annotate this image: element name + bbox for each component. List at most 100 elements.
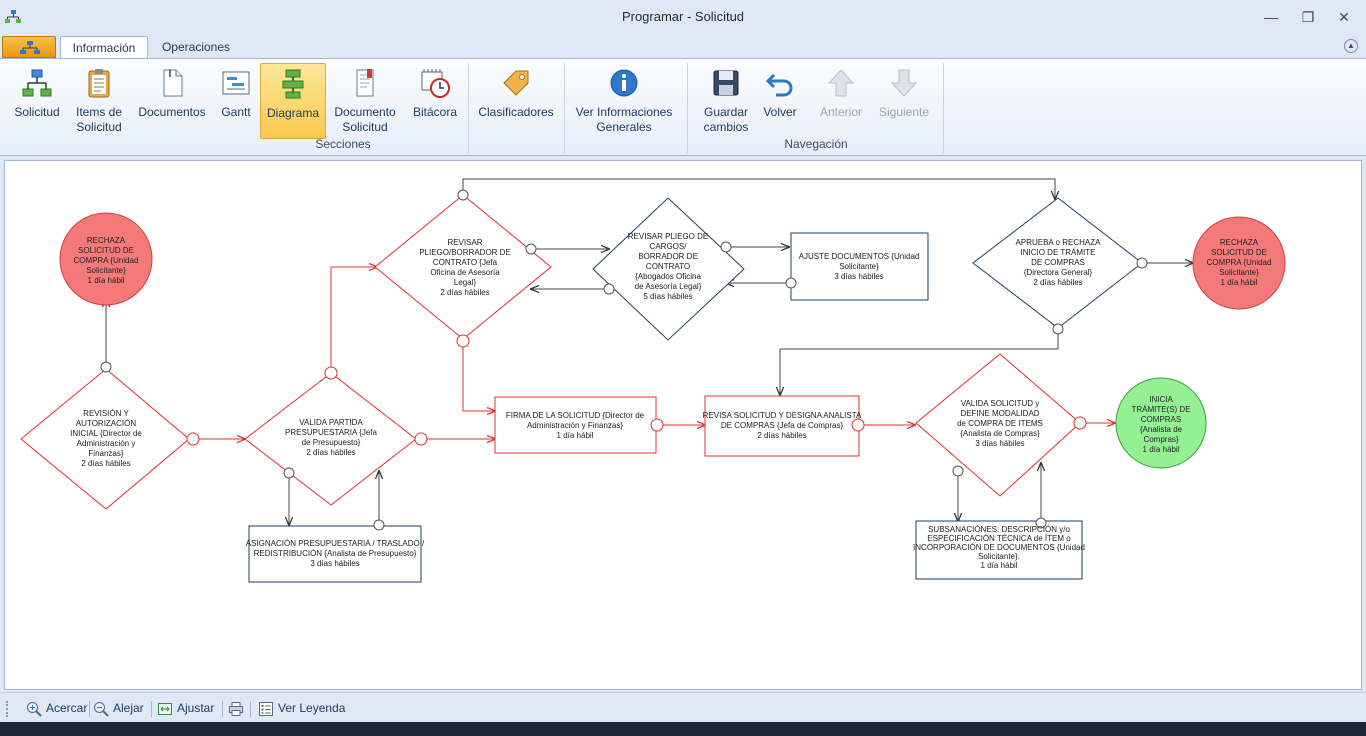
node-text-line: AJUSTE DOCUMENTOS {Unidad — [799, 252, 920, 261]
documentos-button[interactable]: Documentos — [134, 63, 210, 139]
node-text-line: Solicitante} — [86, 266, 126, 275]
zoom-out-icon — [94, 701, 109, 717]
items-solicitud-label-2: Solicitud — [76, 120, 122, 134]
node-text-line: BORRADOR DE — [638, 252, 698, 261]
flow-diagram-icon — [282, 69, 304, 99]
anterior-button[interactable]: Anterior — [812, 63, 870, 139]
ribbon: Solicitud Items de Solicitud Documentos … — [0, 58, 1366, 156]
node-text-line: 2 días hábiles — [306, 448, 355, 457]
node-text-line: SOLICITUD DE — [1211, 248, 1267, 257]
alejar-button[interactable]: Alejar — [93, 699, 144, 717]
node-text-line: ESPECIFICACIÓN TÉCNICA de ÍTEM o — [927, 534, 1071, 543]
node-text-line: APRUEBA o RECHAZA — [1016, 238, 1102, 247]
tab-informacion[interactable]: Información — [60, 36, 148, 59]
solicitud-button[interactable]: Solicitud — [8, 63, 66, 139]
node-text-line: REVISAR — [447, 238, 482, 247]
node-text-line: INICIO DE TRÁMITE — [1021, 248, 1096, 257]
node-text-line: de Asesoría Legal} — [635, 282, 702, 291]
restore-button[interactable]: ❐ — [1293, 6, 1323, 28]
node-text-line: REVISA SOLICITUD Y DESIGNA ANALISTA — [703, 411, 862, 420]
diagrama-button[interactable]: Diagrama — [260, 63, 326, 139]
alejar-label: Alejar — [113, 701, 144, 715]
clasificadores-button[interactable]: Clasificadores — [474, 63, 558, 139]
node-text-line: ASIGNACIÓN PRESUPUESTARIA / TRASLADO / — [246, 539, 425, 548]
node-text-line: 1 día hábil — [981, 561, 1018, 570]
node-text-line: Finanzas} — [88, 449, 123, 458]
documento-solicitud-button[interactable]: Documento Solicitud — [330, 63, 400, 139]
tag-icon — [503, 70, 529, 96]
ver-informaciones-label-2: Generales — [596, 120, 652, 134]
toolbar-separator — [151, 701, 152, 717]
ribbon-collapse-icon[interactable]: ▲ — [1344, 39, 1358, 53]
zoom-toolbar: Acercar Alejar Ajustar Ver Leyenda — [0, 692, 1366, 722]
node-text-line: SUBSANACIÓNES: DESCRIPCIÓN y/o — [928, 525, 1070, 534]
fit-page-icon — [158, 702, 172, 715]
node-text-line: {Analista de — [1140, 425, 1183, 434]
node-text-line: REVISAR PLIEGO DE — [628, 232, 708, 241]
info-icon — [610, 69, 638, 97]
node-text-line: {Analista de Compras} — [960, 429, 1040, 438]
ajustar-button[interactable]: Ajustar — [157, 699, 214, 717]
node-text-line: INICIAL {Director de — [70, 429, 142, 438]
node-text-line: CONTRATO — [646, 262, 690, 271]
node-text-line: CARGOS/ — [650, 242, 688, 251]
node-text-line: PRESUPUESTARIA {Jefa — [285, 428, 377, 437]
ver-leyenda-button[interactable]: Ver Leyenda — [258, 699, 345, 717]
toolbar-grip — [6, 701, 9, 717]
siguiente-button[interactable]: Siguiente — [874, 63, 934, 139]
node-text-line: 2 días hábiles — [81, 459, 130, 468]
guardar-cambios-button[interactable]: Guardar cambios — [696, 63, 756, 139]
node-text-line: 1 día hábil — [88, 276, 125, 285]
diagram-canvas[interactable]: RECHAZA SOLICITUD DE COMPRA {Unidad Solicit… — [4, 160, 1362, 690]
gantt-button[interactable]: Gantt — [214, 63, 258, 139]
documentos-label: Documentos — [138, 105, 206, 119]
revisar-pliego-borrador-node[interactable] — [374, 194, 552, 340]
clasificadores-label: Clasificadores — [478, 105, 554, 119]
volver-button[interactable]: Volver — [758, 63, 802, 139]
node-text-line: Solicitante} — [839, 262, 879, 271]
node-text-line: Solicitante}. — [978, 552, 1020, 561]
node-text-line: FIRMA DE LA SOLICITUD {Director de — [506, 411, 645, 420]
node-text-line: Administración y — [77, 439, 136, 448]
ver-leyenda-label: Ver Leyenda — [278, 701, 346, 715]
documento-solicitud-label-2: Solicitud — [342, 120, 388, 134]
gantt-chart-icon — [222, 71, 250, 95]
arrow-up-icon — [827, 69, 855, 97]
title-bar: Programar - Solicitud — ❐ ✕ — [0, 0, 1366, 34]
node-text-line: DE COMPRAS — [1031, 258, 1085, 267]
ver-informaciones-button[interactable]: Ver Informaciones Generales — [570, 63, 678, 139]
node-text-line: {Abogados Oficina — [635, 272, 701, 281]
acercar-label: Acercar — [46, 701, 88, 715]
ver-informaciones-label-1: Ver Informaciones — [575, 105, 673, 119]
node-text-line: 3 días hábiles — [310, 559, 359, 568]
document-icon — [163, 69, 183, 97]
printer-icon — [229, 701, 243, 716]
volver-label: Volver — [763, 105, 797, 119]
app-menu-icon — [20, 41, 40, 54]
ribbon-group-separator — [943, 63, 944, 153]
minimize-button[interactable]: — — [1256, 6, 1286, 28]
node-text-line: DEFINE MODALIDAD — [960, 409, 1039, 418]
guardar-cambios-label-1: Guardar — [703, 105, 749, 119]
ribbon-tabs: Información Operaciones ▲ — [0, 34, 1366, 59]
node-text-line: AUTORIZACIÓN — [76, 419, 137, 428]
print-button[interactable] — [228, 699, 248, 717]
acercar-button[interactable]: Acercar — [26, 699, 87, 717]
ajustar-label: Ajustar — [177, 701, 215, 715]
solicitud-label: Solicitud — [14, 105, 60, 119]
arrow-down-icon — [890, 69, 918, 97]
close-button[interactable]: ✕ — [1329, 6, 1359, 28]
log-clock-icon — [421, 69, 450, 98]
node-text-line: Compras} — [1143, 435, 1178, 444]
node-text-line: 2 días hábiles — [440, 288, 489, 297]
node-text-line: 3 días hábiles — [834, 272, 883, 281]
bitacora-button[interactable]: Bitácora — [406, 63, 464, 139]
node-text-line: Administración y Finanzas} — [527, 421, 623, 430]
node-text-line: 3 días hábiles — [975, 439, 1024, 448]
node-text-line: PLIEGO/BORRADOR DE — [419, 248, 511, 257]
node-text-line: 1 día hábil — [1221, 278, 1258, 287]
application-menu-button[interactable] — [2, 36, 56, 58]
toolbar-separator — [222, 701, 223, 717]
tab-operaciones[interactable]: Operaciones — [152, 36, 240, 59]
items-solicitud-button[interactable]: Items de Solicitud — [68, 63, 130, 139]
